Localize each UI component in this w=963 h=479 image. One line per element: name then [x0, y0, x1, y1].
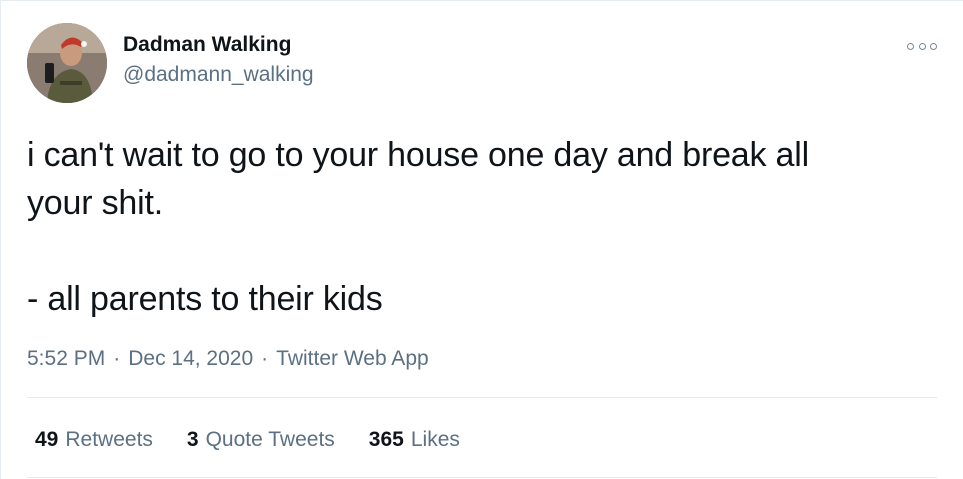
- more-options-icon[interactable]: [907, 39, 937, 53]
- meta-separator: ·: [261, 347, 269, 370]
- profile-photo-icon: [27, 23, 107, 103]
- dot-icon: [907, 42, 914, 50]
- tweet-meta: 5:52 PM · Dec 14, 2020 · Twitter Web App: [27, 344, 429, 374]
- divider: [27, 397, 937, 398]
- user-handle[interactable]: @dadmann_walking: [123, 61, 314, 89]
- tweet-time[interactable]: 5:52 PM: [27, 344, 105, 374]
- likes-count: 365: [368, 428, 404, 451]
- dot-icon: [918, 42, 926, 50]
- avatar[interactable]: [27, 23, 107, 103]
- divider: [27, 477, 937, 478]
- quote-tweets-count: 3: [186, 428, 199, 451]
- author-info: Dadman Walking @dadmann_walking: [123, 31, 314, 89]
- retweets-stat[interactable]: 49 Retweets: [35, 425, 153, 455]
- tweet-card: Dadman Walking @dadmann_walking i can't …: [0, 0, 963, 479]
- dot-icon: [930, 42, 937, 50]
- quote-tweets-label: Quote Tweets: [205, 428, 335, 451]
- retweets-label: Retweets: [65, 428, 153, 451]
- likes-label: Likes: [410, 428, 460, 451]
- quote-tweets-stat[interactable]: 3 Quote Tweets: [187, 425, 335, 455]
- retweets-count: 49: [35, 428, 59, 451]
- likes-stat[interactable]: 365 Likes: [369, 425, 460, 455]
- source-app-link[interactable]: Twitter Web App: [276, 344, 429, 374]
- tweet-stats: 49 Retweets 3 Quote Tweets 365 Likes: [35, 425, 494, 455]
- tweet-text: i can't wait to go to your house one day…: [27, 136, 809, 318]
- tweet-date[interactable]: Dec 14, 2020: [128, 344, 253, 374]
- meta-separator: ·: [113, 347, 121, 370]
- display-name[interactable]: Dadman Walking: [123, 31, 314, 59]
